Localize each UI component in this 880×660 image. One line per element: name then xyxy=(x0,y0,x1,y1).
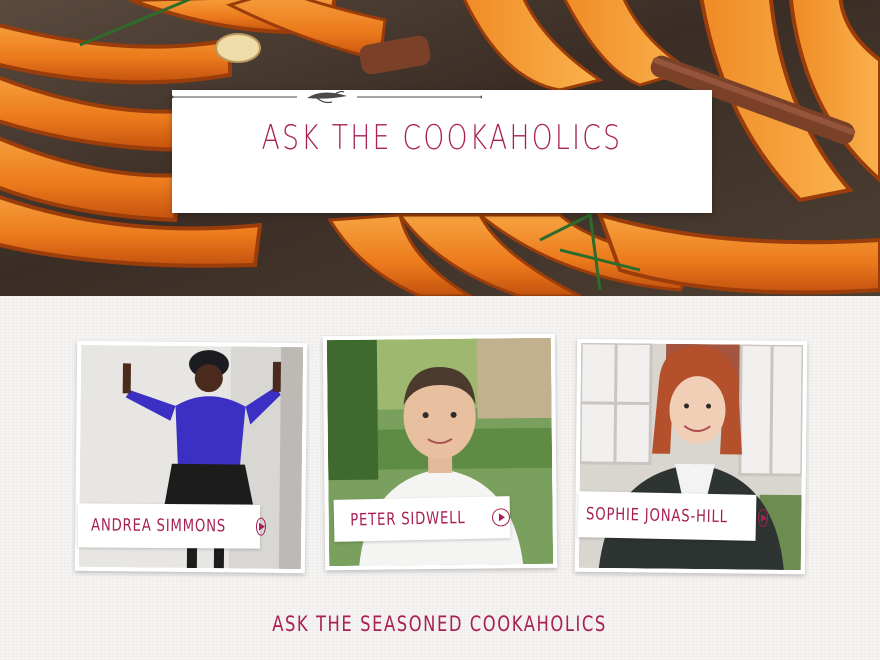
name-tag-peter-sidwell[interactable]: PETER SIDWELL xyxy=(333,496,511,542)
footer-link-label: ASK THE SEASONED COOKAHOLICS xyxy=(272,612,608,636)
play-circle-icon[interactable] xyxy=(255,517,266,536)
profile-name: PETER SIDWELL xyxy=(350,508,466,531)
leaf-divider-icon xyxy=(172,90,482,104)
page-title: ASK THE COOKAHOLICS xyxy=(261,118,623,158)
name-tag-andrea-simmons[interactable]: ANDREA SIMMONS xyxy=(77,503,266,549)
profile-name: ANDREA SIMMONS xyxy=(91,515,227,537)
name-tag-sophie-jonas-hill[interactable]: SOPHIE JONAS-HILL xyxy=(577,491,769,541)
hero-banner-image: ASK THE COOKAHOLICS xyxy=(0,0,880,296)
title-card: ASK THE COOKAHOLICS xyxy=(172,90,712,213)
seasoned-cookaholics-link[interactable]: ASK THE SEASONED COOKAHOLICS xyxy=(0,612,880,636)
play-circle-icon[interactable] xyxy=(491,508,511,527)
profile-name: SOPHIE JONAS-HILL xyxy=(585,504,729,528)
